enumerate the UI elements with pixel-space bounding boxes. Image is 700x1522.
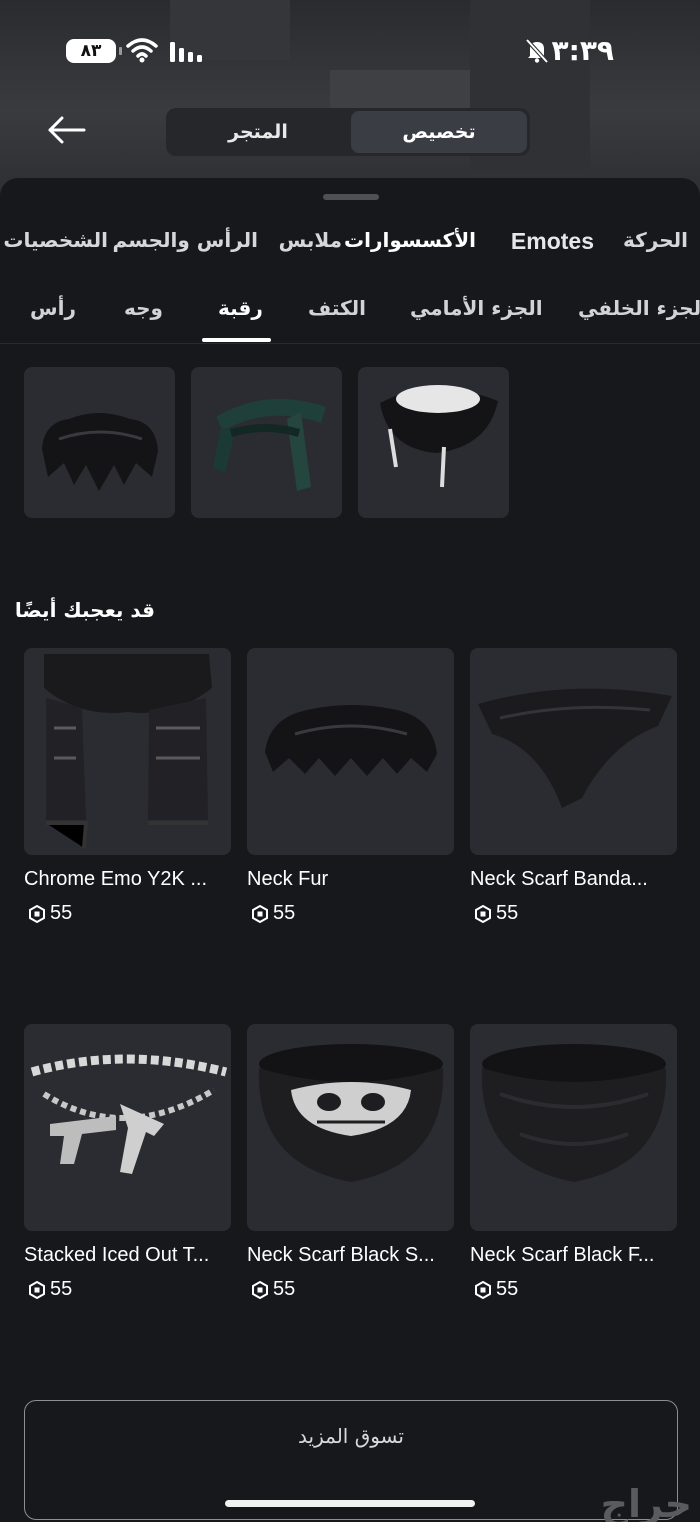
tab-store[interactable]: المتجر [166, 108, 350, 156]
divider [0, 343, 700, 344]
bell-off-icon [525, 38, 549, 64]
product-name[interactable]: Neck Scarf Black F... [470, 1244, 676, 1267]
category-characters[interactable]: الشخصيات [3, 228, 108, 252]
robux-icon [29, 1281, 45, 1299]
skull-scarf-image [258, 1044, 444, 1182]
product-price: 55 [50, 1278, 73, 1300]
product-card-image[interactable] [247, 1024, 454, 1231]
battery-icon: ٨٣ [66, 39, 122, 63]
subtab-neck[interactable]: رقبة [218, 296, 263, 320]
robux-icon [475, 905, 491, 923]
category-head-body[interactable]: الرأس والجسم [113, 228, 258, 252]
wifi-icon [126, 38, 158, 63]
sheet-grabber[interactable] [323, 194, 379, 200]
product-price: 55 [273, 1278, 296, 1300]
subtab-face[interactable]: وجه [124, 296, 163, 320]
category-tabs: الحركة Emotes الأكسسوارات ملابس الرأس وا… [0, 228, 700, 268]
store-customize-toggle: المتجر تخصيص [166, 108, 530, 156]
robux-icon [252, 1281, 268, 1299]
equipped-item-green-scarf[interactable] [191, 367, 342, 518]
signal-icon [170, 42, 202, 62]
equipped-item-white-hood[interactable] [358, 367, 509, 518]
product-name[interactable]: Stacked Iced Out T... [24, 1244, 230, 1267]
product-name[interactable]: Neck Scarf Banda... [470, 868, 676, 891]
active-tab-indicator [202, 338, 271, 342]
subcategory-tabs: الجزء الخلفي الجزء الأمامي الكتف رقبة وج… [0, 290, 700, 342]
product-price: 55 [496, 902, 519, 924]
robux-icon [29, 905, 45, 923]
product-price: 55 [273, 902, 296, 924]
robux-icon [475, 1281, 491, 1299]
green-scarf-item-image [213, 399, 326, 491]
product-card-image[interactable] [24, 1024, 231, 1231]
status-time: ٣:٣٩ [551, 34, 614, 67]
watermark: حراج [600, 1482, 692, 1522]
product-price: 55 [50, 902, 73, 924]
chrome-scarf-image [44, 654, 212, 849]
neck-fur-item-image [42, 413, 158, 491]
subtab-front[interactable]: الجزء الأمامي [410, 296, 543, 320]
category-clothing[interactable]: ملابس [279, 228, 342, 252]
product-price: 55 [496, 1278, 519, 1300]
iced-chain-image [30, 1054, 228, 1174]
equipped-item-neck-fur[interactable] [24, 367, 175, 518]
subtab-head[interactable]: رأس [30, 296, 76, 320]
product-card-image[interactable] [24, 648, 231, 855]
customize-sheet: الحركة Emotes الأكسسوارات ملابس الرأس وا… [0, 178, 700, 1522]
home-indicator[interactable] [225, 1500, 475, 1507]
top-nav: المتجر تخصيص [0, 106, 700, 156]
subtab-shoulder[interactable]: الكتف [308, 296, 366, 320]
tab-customize[interactable]: تخصيص [351, 111, 527, 153]
category-animation[interactable]: الحركة [623, 228, 688, 252]
category-emotes[interactable]: Emotes [511, 228, 594, 255]
product-card-image[interactable] [470, 1024, 677, 1231]
status-bar: ٨٣ ٣:٣٩ [0, 28, 700, 76]
black-scarf-image [481, 1044, 667, 1182]
product-name[interactable]: Neck Scarf Black S... [247, 1244, 453, 1267]
product-name[interactable]: Neck Fur [247, 868, 453, 891]
section-title: قد يعجبك أيضًا [14, 598, 155, 622]
bandana-image [478, 688, 672, 808]
robux-icon [252, 905, 268, 923]
subtab-back[interactable]: الجزء الخلفي [578, 296, 700, 320]
arrow-left-icon[interactable] [44, 114, 90, 146]
product-card-image[interactable] [470, 648, 677, 855]
category-accessories[interactable]: الأكسسوارات [344, 228, 476, 252]
product-name[interactable]: Chrome Emo Y2K ... [24, 868, 230, 891]
neck-fur-image [265, 705, 437, 776]
white-hood-item-image [380, 385, 498, 488]
product-card-image[interactable] [247, 648, 454, 855]
